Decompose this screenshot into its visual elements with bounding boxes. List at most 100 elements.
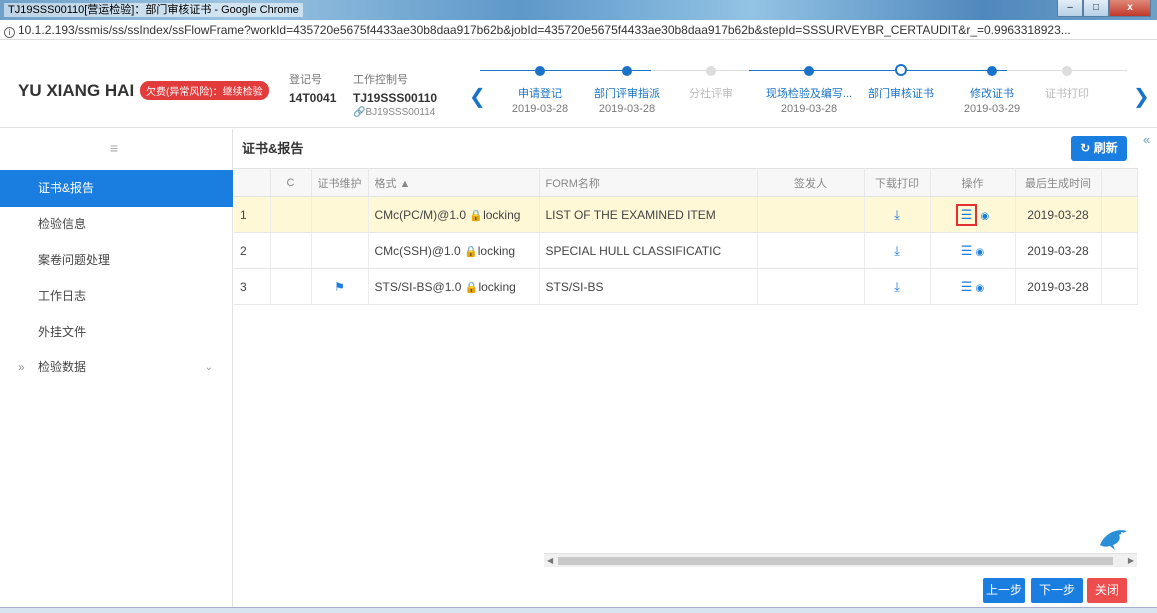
lock-icon: 🔒 — [469, 209, 484, 222]
scroll-right-arrow-icon[interactable]: ▶ — [1128, 554, 1134, 567]
lock-icon: 🔒 — [464, 281, 479, 294]
steps-next-arrow[interactable]: ❯ — [1133, 84, 1150, 109]
chevron-down-icon: ⌄ — [204, 362, 213, 373]
col-download-print[interactable]: 下载打印 — [864, 168, 931, 197]
col-form-name[interactable]: FORM名称 — [539, 168, 758, 197]
list-icon[interactable]: ☰ — [961, 279, 973, 294]
lock-status: locking — [477, 243, 516, 258]
job-header: YU XIANG HAI 欠费(异常风险)：继续检验 登记号 14T0041 工… — [0, 41, 1157, 128]
related-job-number: BJ19SSS00114 — [365, 107, 436, 118]
col-actions[interactable]: 操作 — [930, 168, 1016, 197]
format-cell: CMc(SSH)@1.0 🔒locking — [368, 232, 540, 269]
registration-value: 14T0041 — [289, 91, 337, 105]
step-date: 2019-03-28 — [598, 103, 656, 115]
expand-icon: » — [18, 360, 25, 374]
download-icon[interactable]: ⤓ — [894, 243, 900, 258]
window-title: TJ19SSS00110[营运检验]：部门审核证书 - Google Chrom… — [4, 3, 303, 17]
window-title-bar: TJ19SSS00110[营运检验]：部门审核证书 - Google Chrom… — [0, 0, 1157, 20]
table-header: C 证书维护 格式 ▲ FORM名称 签发人 下载打印 操作 最后生成时间 — [234, 168, 1138, 197]
risk-badge: 欠费(异常风险)：继续检验 — [140, 81, 269, 100]
right-panel-collapse-icon[interactable]: « — [1143, 132, 1150, 147]
prev-step-button[interactable]: 上一步 — [983, 578, 1025, 603]
step-cert-print[interactable]: 证书打印 — [1007, 65, 1127, 103]
sidebar-item-certs-reports[interactable]: 证书&报告 — [0, 170, 233, 207]
col-c[interactable]: C — [270, 168, 312, 197]
table-row[interactable]: 1 CMc(PC/M)@1.0 🔒locking LIST OF THE EXA… — [234, 196, 1138, 233]
format-cell: STS/SI-BS@1.0 🔒locking — [368, 268, 540, 305]
sidebar-item-inspection-data[interactable]: » 检验数据 ⌄ — [0, 349, 233, 386]
cert-report-table: C 证书维护 格式 ▲ FORM名称 签发人 下载打印 操作 最后生成时间 1 … — [234, 168, 1138, 305]
form-name: LIST OF THE EXAMINED ITEM — [539, 196, 758, 233]
work-control-number: 工作控制号 TJ19SSS00110 🔗BJ19SSS00114 — [353, 71, 437, 118]
work-control-label: 工作控制号 — [353, 74, 408, 86]
format-value: STS/SI-BS@1.0 — [374, 279, 462, 294]
minimize-button[interactable]: – — [1057, 0, 1083, 17]
step-label: 证书打印 — [1045, 88, 1089, 100]
list-icon[interactable]: ☰ — [961, 243, 973, 258]
step-dot — [622, 66, 632, 76]
form-name: STS/SI-BS — [539, 268, 758, 305]
sidebar-collapse-icon[interactable]: ≡ — [110, 140, 118, 156]
format-value: CMc(PC/M)@1.0 — [374, 207, 467, 222]
close-button[interactable]: 关闭 — [1087, 578, 1127, 603]
step-dot — [1062, 66, 1072, 76]
step-dot — [535, 66, 545, 76]
last-generated: 2019-03-28 — [1015, 268, 1102, 305]
step-dot — [804, 66, 814, 76]
row-number: 1 — [234, 196, 271, 233]
dolphin-icon[interactable] — [1097, 525, 1131, 553]
sidebar-item-label: 检验数据 — [38, 360, 87, 374]
download-icon[interactable]: ⤓ — [894, 207, 900, 222]
close-window-button[interactable]: x — [1109, 0, 1151, 17]
table-row[interactable]: 2 CMc(SSH)@1.0 🔒locking SPECIAL HULL CLA… — [234, 232, 1138, 269]
form-name: SPECIAL HULL CLASSIFICATIC — [539, 232, 758, 269]
list-icon[interactable]: ☰ — [961, 207, 973, 222]
work-control-value: TJ19SSS00110 — [353, 91, 438, 105]
lock-icon: 🔒 — [464, 245, 478, 258]
sidebar-item-inspection-info[interactable]: 检验信息 — [0, 206, 233, 243]
sidebar-item-attached-files[interactable]: 外挂文件 — [0, 314, 233, 351]
sidebar-item-case-issues[interactable]: 案卷问题处理 — [0, 242, 233, 279]
col-issuer[interactable]: 签发人 — [757, 168, 865, 197]
highlighted-action: ☰ — [955, 203, 978, 226]
scroll-left-arrow-icon[interactable]: ◀ — [547, 554, 553, 567]
url-text: 10.1.2.193/ssmis/ss/ssIndex/ssFlowFrame?… — [18, 23, 1071, 37]
col-format[interactable]: 格式 ▲ — [368, 168, 540, 197]
taskbar — [0, 607, 1157, 613]
row-number: 2 — [234, 232, 271, 269]
table-row[interactable]: 3 ⚑ STS/SI-BS@1.0 🔒locking STS/SI-BS ⤓ ☰… — [234, 268, 1138, 305]
next-step-button[interactable]: 下一步 — [1031, 578, 1083, 603]
last-generated: 2019-03-28 — [1015, 232, 1102, 269]
related-job[interactable]: 🔗BJ19SSS00114 — [353, 107, 437, 118]
tag-icon[interactable]: ⚑ — [334, 280, 345, 294]
col-index — [234, 168, 271, 197]
step-dot — [706, 66, 716, 76]
address-bar[interactable]: i 10.1.2.193/ssmis/ss/ssIndex/ssFlowFrame… — [0, 20, 1157, 40]
download-icon[interactable]: ⤓ — [894, 279, 900, 294]
maximize-button[interactable]: □ — [1083, 0, 1109, 17]
col-cert-maintenance[interactable]: 证书维护 — [311, 168, 369, 197]
window-controls: – □ x — [1057, 0, 1151, 17]
refresh-button[interactable]: ↻ 刷新 — [1071, 136, 1127, 161]
step-date: 2019-03-28 — [780, 103, 838, 115]
refresh-icon: ↻ — [1080, 141, 1091, 155]
eye-icon[interactable]: ◉ — [975, 247, 984, 258]
link-icon: 🔗 — [353, 107, 366, 118]
vessel-name: YU XIANG HAI — [18, 81, 135, 100]
sidebar-item-work-log[interactable]: 工作日志 — [0, 278, 233, 315]
horizontal-scrollbar[interactable]: ◀ ▶ — [544, 553, 1137, 567]
col-last-generated[interactable]: 最后生成时间 — [1015, 168, 1102, 197]
scrollbar-thumb[interactable] — [558, 557, 1113, 565]
sidebar: ≡ 证书&报告 检验信息 案卷问题处理 工作日志 外挂文件 » 检验数据 ⌄ — [0, 129, 233, 613]
eye-icon[interactable]: ◉ — [975, 283, 984, 294]
step-dot-current — [895, 64, 907, 76]
panel-title: 证书&报告 — [242, 141, 304, 156]
info-icon[interactable]: i — [4, 27, 15, 38]
main-panel: 证书&报告 ↻ 刷新 C 证书维护 格式 ▲ FORM名称 签发人 下载打印 操… — [234, 129, 1138, 613]
lock-status: locking — [483, 207, 521, 222]
registration-label: 登记号 — [289, 74, 322, 86]
format-cell: CMc(PC/M)@1.0 🔒locking — [368, 196, 540, 233]
refresh-label: 刷新 — [1093, 141, 1118, 155]
eye-icon[interactable]: ◉ — [980, 211, 989, 222]
step-date: 2019-03-29 — [963, 103, 1021, 115]
